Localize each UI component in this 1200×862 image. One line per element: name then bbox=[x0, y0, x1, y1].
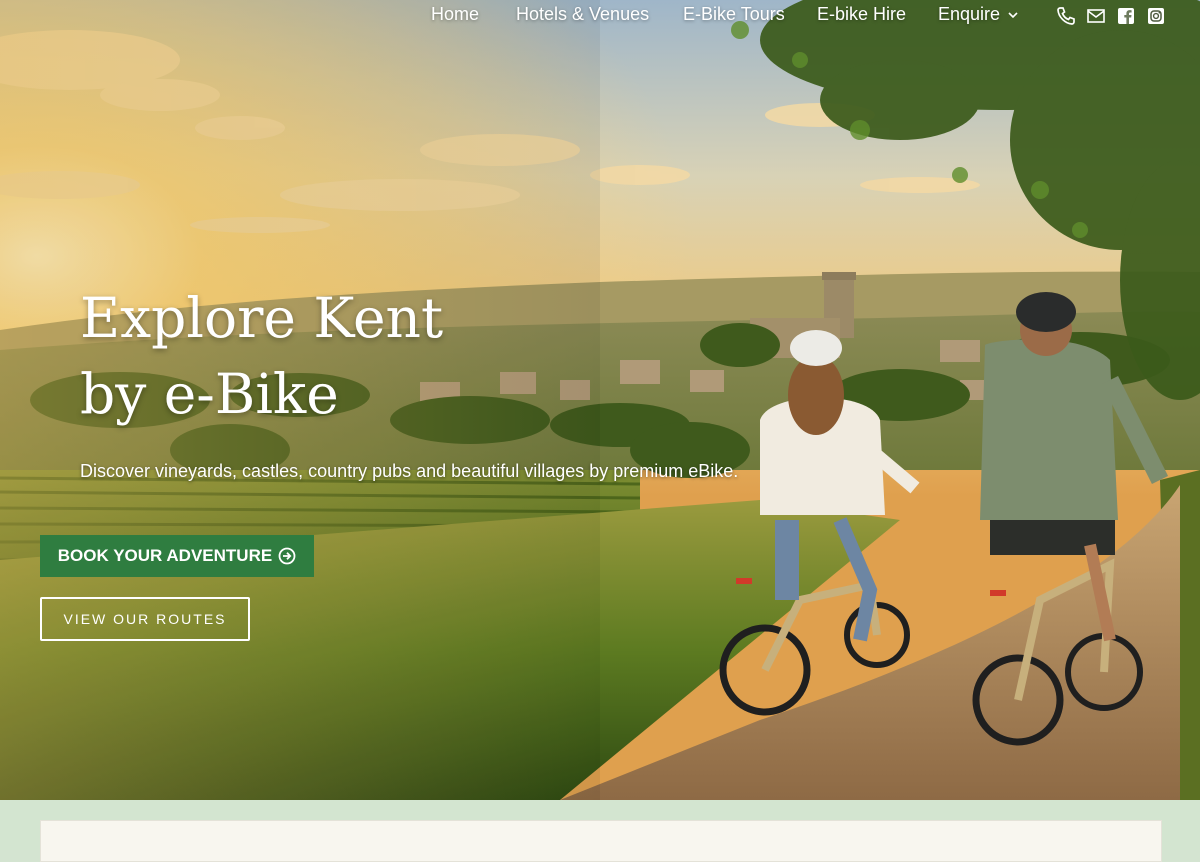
hero-section: Home Hotels & Venues E-Bike Tours E-bike… bbox=[0, 0, 1200, 800]
view-routes-button[interactable]: VIEW OUR ROUTES bbox=[40, 597, 250, 641]
book-adventure-button[interactable]: BOOK YOUR ADVENTURE bbox=[40, 535, 314, 577]
email-icon[interactable] bbox=[1086, 6, 1106, 26]
main-navigation: Home Hotels & Venues E-Bike Tours E-bike… bbox=[0, 0, 1200, 32]
nav-hotels-venues-link[interactable]: Hotels & Venues bbox=[516, 4, 649, 25]
phone-icon[interactable] bbox=[1056, 6, 1076, 26]
content-card bbox=[40, 820, 1162, 862]
nav-ebike-hire-link[interactable]: E-bike Hire bbox=[817, 4, 906, 25]
arrow-circle-right-icon bbox=[278, 547, 296, 565]
nav-enquire-label: Enquire bbox=[938, 4, 1001, 24]
nav-home-link[interactable]: Home bbox=[431, 4, 479, 25]
hero-subtitle: Discover vineyards, castles, country pub… bbox=[80, 461, 739, 481]
hero-title-line-2: by e-Bike bbox=[80, 362, 339, 426]
chevron-down-icon bbox=[1008, 12, 1018, 18]
facebook-icon[interactable] bbox=[1116, 6, 1136, 26]
nav-ebike-tours-link[interactable]: E-Bike Tours bbox=[683, 4, 785, 25]
hero-title-line-1: Explore Kent bbox=[80, 286, 444, 350]
instagram-icon[interactable] bbox=[1146, 6, 1166, 26]
hero-title: Explore Kent by e-Bike bbox=[80, 280, 600, 432]
nav-enquire-dropdown[interactable]: Enquire bbox=[938, 4, 1018, 25]
book-adventure-label: BOOK YOUR ADVENTURE bbox=[57, 546, 273, 565]
